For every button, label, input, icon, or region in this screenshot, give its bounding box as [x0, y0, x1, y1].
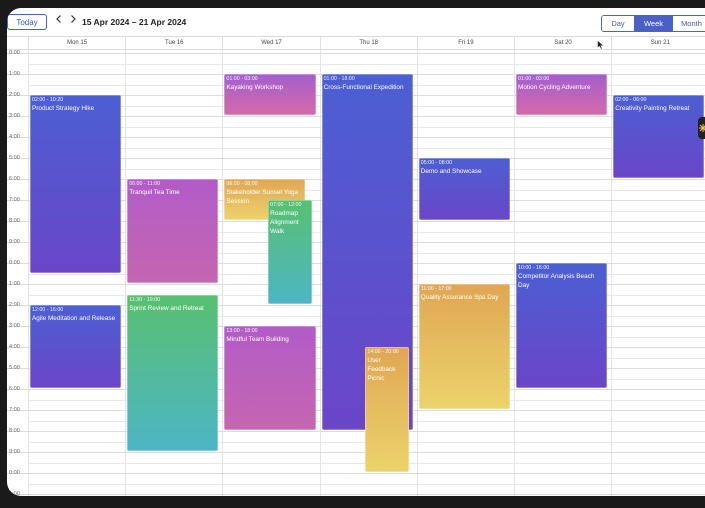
- event-time: 05:00 - 08:00: [420, 160, 453, 166]
- app-window: Today 15 Apr 2024 – 21 Apr 2024 Day Week…: [0, 0, 705, 508]
- event-time: 11:30 - 19:00: [129, 296, 161, 303]
- event-title: Motion Cycling Adventure: [518, 84, 591, 91]
- calendar-event[interactable]: 05:00 - 08:00 Demo and Showcase: [418, 158, 510, 220]
- event-title: Competitor Analysis Beach Day: [518, 273, 595, 289]
- event-title: Creativity Painting Retreat: [615, 105, 690, 112]
- week-view-button[interactable]: Week: [634, 16, 672, 31]
- time-label: 4:00: [9, 344, 20, 350]
- event-title: Mindful Team Building: [226, 336, 289, 343]
- event-time: 13:00 - 18:00: [226, 328, 258, 334]
- time-label: 1:00: [9, 71, 20, 77]
- event-title: Cross-Functional Expedition: [323, 84, 404, 91]
- time-label: 4:00: [9, 134, 20, 140]
- calendar-event[interactable]: 06:00 - 11:00 Tranquil Tea Time: [127, 179, 219, 283]
- event-time: 06:00 - 11:00: [129, 181, 161, 187]
- event-title: User Feedback Picnic: [367, 357, 396, 382]
- day-view-button[interactable]: Day: [602, 16, 634, 31]
- day-header[interactable]: Sun 21: [611, 37, 705, 49]
- chevron-right-icon[interactable]: [67, 14, 79, 30]
- event-time: 12:00 - 16:00: [32, 307, 64, 313]
- event-time: 06:00 - 08:00: [226, 181, 258, 187]
- calendar-event[interactable]: 07:00 - 12:00 Roadmap Alignment Walk: [268, 200, 312, 304]
- calendar-event[interactable]: 01:00 - 03:00 Motion Cycling Adventure: [516, 74, 608, 115]
- event-title: Agile Meditation and Release: [32, 315, 116, 322]
- calendar-event[interactable]: 12:00 - 16:00 Agile Meditation and Releas…: [30, 305, 122, 388]
- time-label: 0:00: [9, 470, 20, 476]
- event-time: 10:00 - 16:00: [518, 265, 550, 271]
- time-label: 2:00: [9, 302, 20, 308]
- time-label: 6:00: [9, 386, 20, 392]
- hour-line: [7, 473, 705, 474]
- today-button[interactable]: Today: [7, 14, 47, 30]
- hour-line: [7, 431, 705, 432]
- event-time: 14:00 - 20:00: [367, 349, 399, 355]
- event-title: Quality Assurance Spa Day: [420, 294, 499, 301]
- hour-line: [7, 53, 705, 54]
- time-label: 0:00: [9, 260, 20, 266]
- hour-line: [7, 452, 705, 453]
- event-title: Demo and Showcase: [420, 168, 482, 175]
- calendar-event[interactable]: 01:00 - 03:00 Kayaking Workshop: [224, 74, 316, 115]
- event-time: 02:00 - 10:20: [32, 97, 64, 103]
- half-hour-line: [28, 63, 705, 65]
- half-hour-line: [28, 483, 705, 485]
- event-time: 02:00 - 06:00: [615, 97, 647, 103]
- time-label: 8:00: [9, 428, 20, 434]
- day-header[interactable]: Sat 20: [514, 37, 611, 49]
- calendar-event[interactable]: 11:00 - 17:00 Quality Assurance Spa Day: [418, 284, 510, 409]
- calendar-event[interactable]: 02:00 - 06:00 Creativity Painting Retreat: [613, 95, 705, 178]
- time-label: 2:00: [9, 92, 20, 98]
- event-title: Kayaking Workshop: [226, 84, 284, 91]
- week-grid: Mon 15 Tue 16 Wed 17 Thu 18 Fri 19 Sat 20 Sun …: [7, 36, 705, 496]
- time-label: 1:00: [9, 281, 20, 287]
- event-time: 11:00 - 17:00: [420, 286, 452, 292]
- event-title: Product Strategy Hike: [32, 105, 95, 112]
- day-header[interactable]: Mon 15: [28, 37, 125, 49]
- event-time: 01:00 - 03:00: [226, 76, 258, 82]
- event-time: 07:00 - 12:00: [270, 202, 302, 208]
- time-label: 8:00: [9, 218, 20, 224]
- time-label: 9:00: [9, 239, 20, 245]
- day-header[interactable]: Tue 16: [125, 37, 222, 49]
- time-label: 5:00: [9, 155, 20, 161]
- time-label: 3:00: [9, 113, 20, 119]
- calendar-event[interactable]: 10:00 - 16:00 Competitor Analysis Beach D…: [516, 263, 608, 388]
- calendar-event[interactable]: 13:00 - 18:00 Mindful Team Building: [224, 326, 316, 430]
- day-header[interactable]: Wed 17: [222, 37, 319, 49]
- event-time: 01:00 - 03:00: [518, 76, 550, 82]
- time-label: 3:00: [9, 323, 20, 329]
- day-header[interactable]: Fri 19: [416, 37, 514, 49]
- time-label: 7:00: [9, 407, 20, 413]
- hour-line: [7, 494, 705, 495]
- time-label: 5:00: [9, 365, 20, 371]
- calendar-event[interactable]: 11:30 - 19:00 Sprint Review and Retreat: [127, 294, 219, 451]
- event-title: Tranquil Tea Time: [129, 189, 180, 196]
- chevron-left-icon[interactable]: [53, 14, 65, 30]
- calendar-screen: Today 15 Apr 2024 – 21 Apr 2024 Day Week…: [7, 8, 705, 496]
- calendar-event[interactable]: 14:00 - 20:00 User Feedback Picnic: [365, 347, 410, 472]
- time-label: 6:00: [9, 176, 20, 182]
- event-title: Roadmap Alignment Walk: [270, 210, 299, 235]
- side-panel-handle[interactable]: [698, 117, 705, 139]
- event-title: Sprint Review and Retreat: [129, 304, 204, 312]
- event-time: 01:00 - 18:00: [323, 76, 355, 82]
- time-label: 9:00: [9, 449, 20, 455]
- time-label: 0:00: [9, 50, 20, 56]
- date-range-title: 15 Apr 2024 – 21 Apr 2024: [82, 17, 187, 27]
- header-divider: [7, 49, 705, 50]
- month-view-button[interactable]: Month: [672, 16, 705, 31]
- calendar-event[interactable]: 02:00 - 10:20 Product Strategy Hike: [30, 95, 122, 273]
- day-header[interactable]: Thu 18: [319, 37, 417, 49]
- view-switcher: Day Week Month: [601, 15, 705, 32]
- time-label: 1:00: [9, 491, 20, 496]
- time-label: 7:00: [9, 197, 20, 203]
